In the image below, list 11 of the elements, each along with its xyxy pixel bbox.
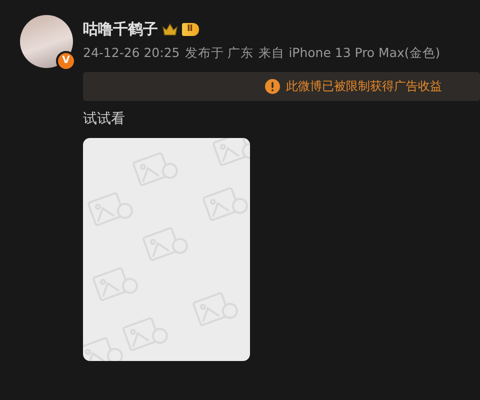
verified-badge: V: [56, 51, 76, 71]
crown-icon: [162, 22, 178, 36]
notice-text: 此微博已被限制获得广告收益: [286, 78, 442, 95]
post-text: 试试看: [83, 110, 126, 128]
author-name[interactable]: 咕噜千鹤子: [83, 20, 158, 38]
level-badge: Ⅱ: [182, 22, 199, 36]
post-location: 发布于 广东: [184, 45, 254, 62]
avatar[interactable]: [20, 15, 73, 68]
post-time[interactable]: 24-12-26 20:25: [83, 45, 180, 62]
warning-icon: [265, 79, 280, 94]
post-source: 来自 iPhone 13 Pro Max(金色): [258, 45, 440, 62]
